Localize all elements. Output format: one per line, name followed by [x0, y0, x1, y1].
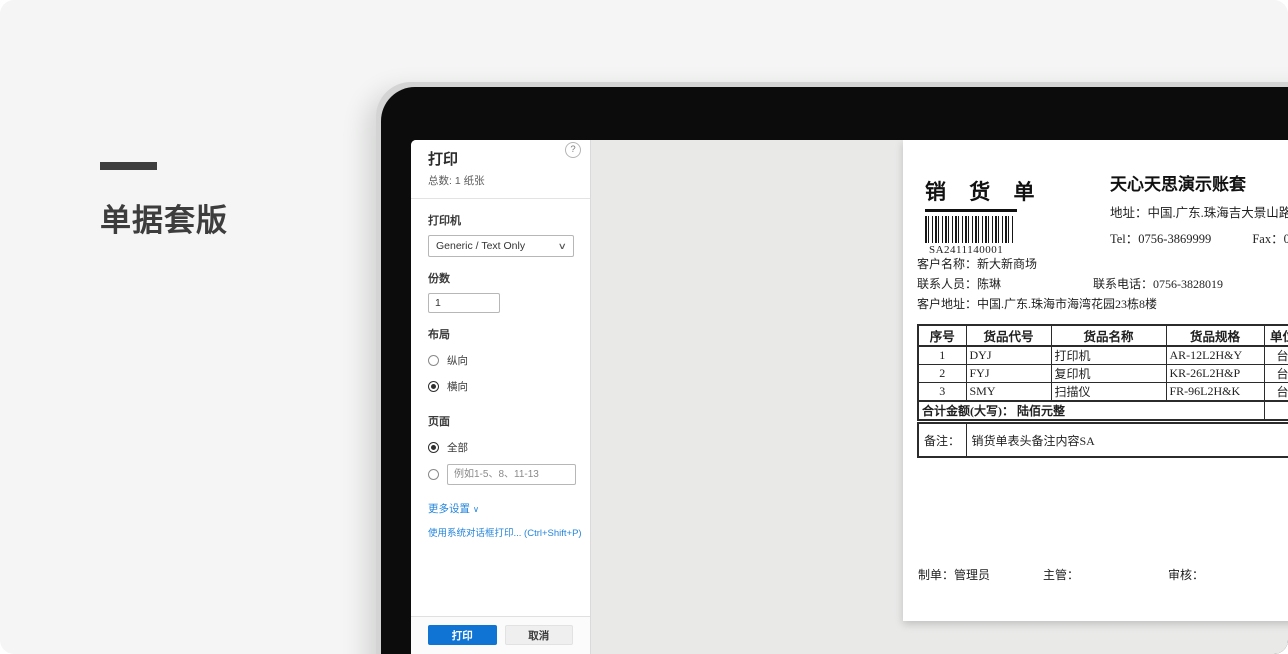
printer-label: 打印机	[428, 212, 573, 228]
pages-range-input[interactable]	[447, 464, 576, 485]
invoice-footer: 制单：管理员 主管： 审核： 签收：	[903, 566, 1288, 586]
remark-label: 备注：	[918, 423, 966, 457]
table-cell: 台	[1264, 346, 1288, 365]
chevron-down-icon: ∨	[558, 241, 567, 252]
table-cell: DYJ	[966, 346, 1051, 365]
printer-select[interactable]: Generic / Text Only ∨	[428, 235, 574, 257]
pages-all-radio[interactable]: 全部	[428, 440, 573, 455]
table-row: 3SMY扫描仪FR-96L2H&K台1300.00	[918, 383, 1288, 402]
invoice-title: 销 货 单	[925, 176, 1021, 206]
footer-auditor: 审核：	[1168, 566, 1204, 583]
table-header-row: 序号货品代号货品名称货品规格单位数量单价金额	[918, 325, 1288, 346]
table-cell: KR-26L2H&P	[1166, 365, 1264, 383]
system-dialog-link[interactable]: 使用系统对话框打印... (Ctrl+Shift+P)	[428, 525, 573, 539]
company-contacts: Tel：0756-3869999 Fax：0756-3828000	[1110, 228, 1288, 247]
column-header: 货品代号	[966, 325, 1051, 346]
layout-portrait-radio[interactable]: 纵向	[428, 353, 573, 368]
table-cell: 台	[1264, 365, 1288, 383]
barcode-image	[925, 216, 1015, 243]
layout-landscape-label: 横向	[447, 379, 468, 394]
table-cell: 复印机	[1051, 365, 1166, 383]
headline-dash	[100, 162, 157, 170]
customer-address: 客户地址：中国.广东.珠海市海湾花园23栋8楼	[917, 297, 1157, 311]
remark-row: 备注： 销货单表头备注内容SA	[918, 423, 1288, 457]
total-label: 合计金额(大写)： 陆佰元整	[918, 401, 1264, 420]
table-cell: SMY	[966, 383, 1051, 402]
laptop-frame: 打印 总数: 1 纸张 ? 打印机 Generic / Text Only ∨ …	[381, 87, 1288, 654]
table-cell: 1	[918, 346, 966, 365]
total-row: 合计金额(大写)： 陆佰元整 3	[918, 401, 1288, 420]
print-button[interactable]: 打印	[428, 625, 497, 645]
print-dialog-title: 打印	[428, 148, 573, 169]
company-fax: Fax：0756-3828000	[1252, 232, 1288, 246]
table-cell: 台	[1264, 383, 1288, 402]
customer-name: 客户名称：新大新商场	[917, 257, 1037, 271]
column-header: 货品名称	[1051, 325, 1166, 346]
chevron-down-icon: ∨	[473, 504, 479, 514]
table-row: 1DYJ打印机AR-12L2H&Y台1100.00	[918, 346, 1288, 365]
more-settings-link[interactable]: 更多设置 ∨	[428, 501, 573, 516]
pages-custom-radio[interactable]	[428, 469, 439, 480]
column-header: 单位	[1264, 325, 1288, 346]
more-settings-label: 更多设置	[428, 503, 470, 515]
headline: 单据套版	[100, 162, 228, 240]
layout-label: 布局	[428, 326, 573, 342]
invoice-info: 客户名称：新大新商场 单据日期：2024年11月1 联系人员：陈琳 联系电话：0…	[917, 254, 1288, 314]
pages-all-label: 全部	[447, 440, 468, 455]
contact-person: 联系人员：陈琳	[917, 277, 1001, 291]
footer-supervisor: 主管：	[1043, 566, 1079, 583]
print-preview-area: 销 货 单 SA2411140001 天心天思演示账套 地址：中国.广东.珠海吉…	[591, 140, 1288, 654]
footer-maker: 制单：管理员	[918, 566, 990, 583]
copies-input[interactable]	[428, 293, 500, 313]
layout-landscape-radio[interactable]: 横向	[428, 379, 573, 394]
help-icon[interactable]: ?	[565, 142, 581, 158]
app-canvas: 单据套版 打印 总数: 1 纸张 ? 打印机 Generic / Text On…	[0, 0, 1288, 654]
company-name: 天心天思演示账套	[1110, 170, 1288, 195]
table-cell: 扫描仪	[1051, 383, 1166, 402]
table-cell: 2	[918, 365, 966, 383]
pages-label: 页面	[428, 413, 573, 429]
title-underline	[925, 209, 1017, 212]
cancel-button[interactable]: 取消	[505, 625, 574, 645]
table-cell: 3	[918, 383, 966, 402]
table-cell: AR-12L2H&Y	[1166, 346, 1264, 365]
remark-value: 销货单表头备注内容SA	[966, 423, 1288, 457]
printer-select-value: Generic / Text Only	[436, 240, 559, 252]
column-header: 序号	[918, 325, 966, 346]
radio-checked-icon	[428, 442, 439, 453]
print-dialog: 打印 总数: 1 纸张 ? 打印机 Generic / Text Only ∨ …	[411, 140, 591, 654]
table-cell: FR-96L2H&K	[1166, 383, 1264, 402]
table-cell: FYJ	[966, 365, 1051, 383]
invoice-page: 销 货 单 SA2411140001 天心天思演示账套 地址：中国.广东.珠海吉…	[903, 140, 1288, 621]
company-tel: Tel：0756-3869999	[1110, 232, 1211, 246]
column-header: 货品规格	[1166, 325, 1264, 346]
copies-label: 份数	[428, 270, 573, 286]
contact-phone: 联系电话：0756-3828019	[1093, 274, 1223, 294]
table-row: 2FYJ复印机KR-26L2H&P台1200.00	[918, 365, 1288, 383]
table-cell: 打印机	[1051, 346, 1166, 365]
divider	[411, 198, 590, 199]
print-total-sheets: 总数: 1 纸张	[428, 173, 573, 188]
page-title: 单据套版	[100, 195, 228, 240]
company-address: 地址：中国.广东.珠海吉大景山路82号水湾大厦7楼	[1110, 202, 1288, 221]
layout-portrait-label: 纵向	[447, 353, 468, 368]
items-table: 序号货品代号货品名称货品规格单位数量单价金额 1DYJ打印机AR-12L2H&Y…	[917, 324, 1288, 421]
radio-unchecked-icon	[428, 355, 439, 366]
remark-table: 备注： 销货单表头备注内容SA	[917, 422, 1288, 458]
radio-checked-icon	[428, 381, 439, 392]
dialog-footer: 打印 取消	[411, 616, 590, 654]
screen: 打印 总数: 1 纸张 ? 打印机 Generic / Text Only ∨ …	[411, 140, 1288, 654]
